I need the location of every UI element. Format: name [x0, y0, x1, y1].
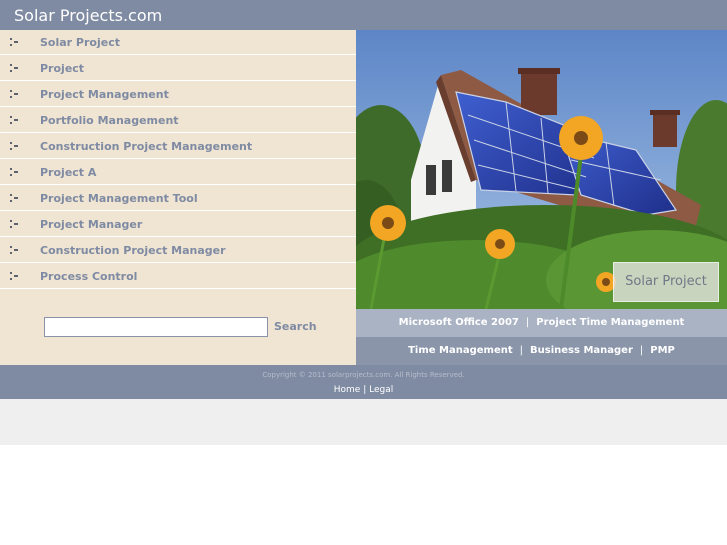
bullet-icon: [10, 272, 18, 280]
link-row-2: Time Management | Business Manager | PMP: [356, 337, 727, 365]
hero-caption-text: Solar Project: [625, 274, 707, 289]
sidebar-item-construction-project-management[interactable]: Construction Project Management: [0, 134, 356, 159]
bullet-icon: [10, 142, 18, 150]
site-footer: Copyright © 2011 solarprojects.com. All …: [0, 365, 727, 399]
footer-separator: |: [363, 385, 367, 395]
footer-band: [0, 399, 727, 445]
sidebar-item-label: Solar Project: [40, 36, 120, 49]
sidebar-item-label: Construction Project Management: [40, 140, 253, 153]
hero-image: Solar Project: [356, 30, 727, 309]
sidebar-item-label: Portfolio Management: [40, 114, 179, 127]
hero-caption: Solar Project: [613, 262, 719, 302]
sidebar-nav: Solar Project Project Project Management…: [0, 30, 356, 365]
footer-link-home[interactable]: Home: [334, 385, 361, 395]
footer-link-legal[interactable]: Legal: [369, 385, 393, 395]
bullet-icon: [10, 194, 18, 202]
link-time-management[interactable]: Time Management: [408, 345, 513, 356]
sidebar-item-solar-project[interactable]: Solar Project: [0, 30, 356, 55]
bullet-icon: [10, 116, 18, 124]
sidebar-item-process-control[interactable]: Process Control: [0, 264, 356, 289]
bullet-icon: [10, 168, 18, 176]
sidebar-item-label: Project: [40, 62, 85, 75]
bullet-icon: [10, 64, 18, 72]
bullet-icon: [10, 246, 18, 254]
site-title[interactable]: Solar Projects.com: [14, 6, 162, 25]
sidebar-item-project-a[interactable]: Project A: [0, 160, 356, 185]
sidebar-item-project-management[interactable]: Project Management: [0, 82, 356, 107]
bullet-icon: [10, 90, 18, 98]
sidebar-item-construction-project-manager[interactable]: Construction Project Manager: [0, 238, 356, 263]
search-button[interactable]: Search: [274, 320, 317, 333]
link-separator: |: [519, 345, 524, 356]
link-business-manager[interactable]: Business Manager: [530, 345, 633, 356]
bullet-icon: [10, 38, 18, 46]
search-input[interactable]: [44, 317, 268, 337]
sidebar-item-label: Project Management: [40, 88, 169, 101]
sidebar-item-project-manager[interactable]: Project Manager: [0, 212, 356, 237]
link-pmp[interactable]: PMP: [650, 345, 675, 356]
sidebar-item-project[interactable]: Project: [0, 56, 356, 81]
link-separator: |: [639, 345, 644, 356]
link-separator: |: [525, 317, 530, 328]
link-microsoft-office-2007[interactable]: Microsoft Office 2007: [399, 317, 519, 328]
link-row-1: Microsoft Office 2007 | Project Time Manag…: [356, 309, 727, 337]
site-header: Solar Projects.com: [0, 0, 727, 30]
sidebar-item-label: Project Management Tool: [40, 192, 198, 205]
sidebar-item-label: Construction Project Manager: [40, 244, 226, 257]
copyright-text: Copyright © 2011 solarprojects.com. All …: [262, 371, 465, 379]
sidebar-item-project-management-tool[interactable]: Project Management Tool: [0, 186, 356, 211]
bullet-icon: [10, 220, 18, 228]
sidebar-item-label: Project Manager: [40, 218, 143, 231]
link-project-time-management[interactable]: Project Time Management: [536, 317, 684, 328]
sidebar-item-portfolio-management[interactable]: Portfolio Management: [0, 108, 356, 133]
sidebar-item-label: Process Control: [40, 270, 138, 283]
footer-links: Home | Legal: [0, 385, 727, 395]
sidebar-item-label: Project A: [40, 166, 97, 179]
